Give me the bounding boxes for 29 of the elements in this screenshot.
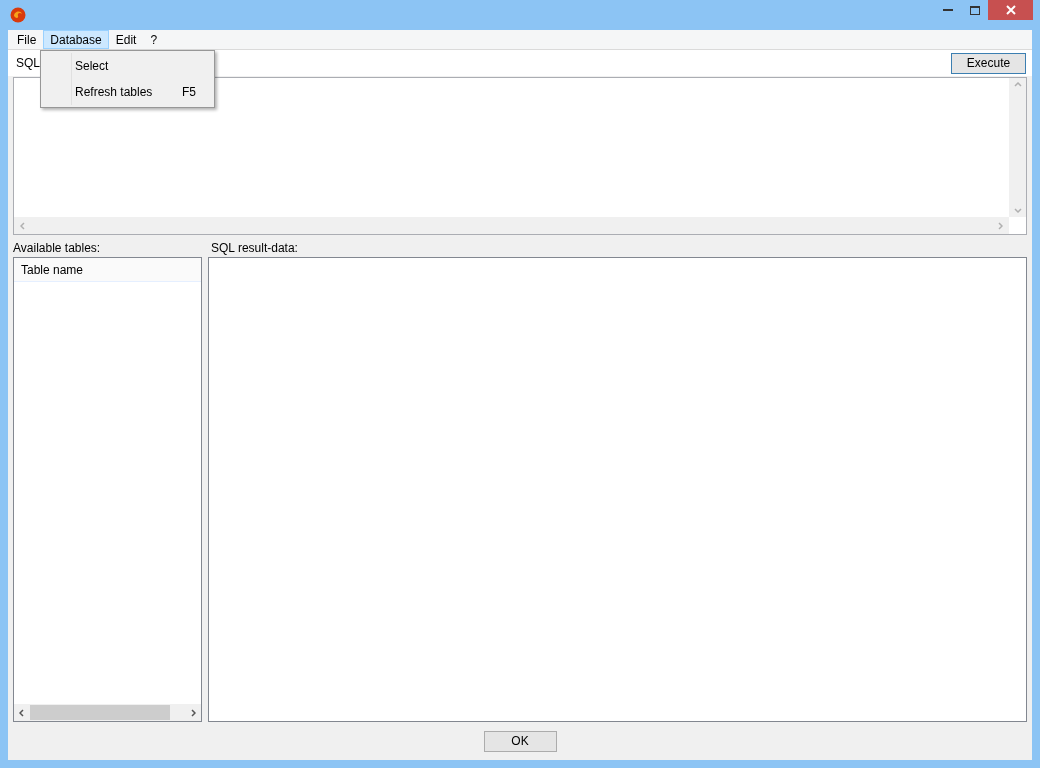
menu-item[interactable]: Database — [43, 30, 109, 49]
scroll-down-icon — [1013, 208, 1022, 213]
menu-item[interactable]: File — [10, 30, 44, 49]
scroll-left-icon — [19, 708, 24, 717]
ok-button[interactable]: OK — [483, 730, 557, 752]
tables-label: Available tables: — [13, 240, 102, 257]
menu-item[interactable]: Edit — [108, 30, 144, 49]
dropdown-item[interactable]: Select — [41, 53, 214, 79]
horizontal-scrollbar[interactable] — [14, 217, 1009, 234]
scroll-up-icon — [1013, 82, 1022, 87]
dropdown-item[interactable]: Refresh tables F5 — [41, 79, 214, 105]
sql-input-field[interactable] — [13, 77, 1027, 235]
shortcut-label: F5 — [182, 84, 196, 101]
close-button[interactable] — [988, 0, 1033, 20]
horizontal-scrollbar[interactable] — [14, 704, 201, 721]
tables-list[interactable]: Table name — [13, 257, 202, 722]
close-icon — [1005, 5, 1016, 15]
vertical-scrollbar[interactable] — [1009, 78, 1026, 217]
sql-label: SQL — [16, 55, 40, 72]
scroll-right-icon — [191, 708, 196, 717]
dropdown-item-label: Select — [75, 58, 109, 75]
result-label: SQL result-data: — [210, 240, 299, 257]
menu-item[interactable]: ? — [143, 30, 165, 49]
app-logo-icon — [10, 7, 26, 23]
dropdown-item-label: Refresh tables — [75, 84, 153, 101]
execute-button[interactable]: Execute — [951, 52, 1026, 74]
scroll-left-icon — [20, 221, 25, 230]
scrollbar-thumb[interactable] — [30, 705, 170, 720]
scroll-right-icon — [998, 221, 1003, 230]
